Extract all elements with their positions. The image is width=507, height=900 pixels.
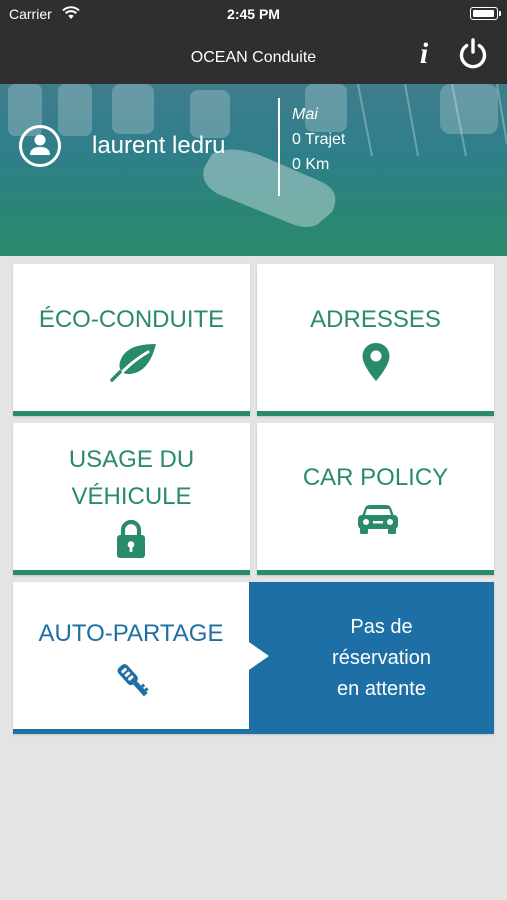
tile-adresses-label: ADRESSES xyxy=(310,306,441,333)
tile-usage-vehicule[interactable]: USAGE DU VÉHICULE xyxy=(13,423,250,575)
map-pin-icon xyxy=(362,343,390,381)
user-name: laurent ledru xyxy=(92,132,226,159)
tile-adresses[interactable]: ADRESSES xyxy=(257,264,494,416)
tile-car-policy[interactable]: CAR POLICY xyxy=(257,423,494,575)
tile-auto-partage[interactable]: AUTO-PARTAGE Pas de réservation en atten… xyxy=(13,582,494,734)
panel-arrow xyxy=(249,642,269,670)
status-time: 2:45 PM xyxy=(227,6,280,22)
stats-trips: 0 Trajet xyxy=(292,131,346,148)
leaf-icon xyxy=(110,344,156,382)
parking-lot-background xyxy=(8,84,507,227)
battery-icon xyxy=(470,7,501,20)
lock-icon xyxy=(117,519,145,558)
info-button[interactable]: i xyxy=(410,36,438,72)
tile-eco-conduite-label: ÉCO-CONDUITE xyxy=(38,306,225,333)
tile-eco-conduite[interactable]: ÉCO-CONDUITE xyxy=(13,264,250,416)
tile-car-policy-label: CAR POLICY xyxy=(302,464,449,491)
top-bar: Carrier 2:45 PM OCEAN Conduite i xyxy=(0,0,507,84)
car-icon xyxy=(358,505,398,534)
user-avatar-icon xyxy=(19,125,61,167)
power-icon xyxy=(459,38,487,69)
banner-divider xyxy=(278,98,280,196)
status-bar: Carrier 2:45 PM xyxy=(0,0,507,30)
stats-distance: 0 Km xyxy=(292,156,330,173)
car-key-icon xyxy=(117,664,149,697)
monthly-stats: Mai 0 Trajet 0 Km xyxy=(292,102,345,177)
tile-usage-label-line1: USAGE DU xyxy=(68,446,195,473)
reservation-status-line2: réservation xyxy=(332,647,431,669)
info-icon: i xyxy=(419,37,429,70)
profile-banner: laurent ledru Mai 0 Trajet 0 Km xyxy=(0,84,507,256)
tile-usage-label-line2: VÉHICULE xyxy=(71,483,192,510)
reservation-status-message: Pas de réservation en attente xyxy=(269,612,494,705)
tile-auto-partage-label: AUTO-PARTAGE xyxy=(38,620,224,647)
reservation-status-line1: Pas de xyxy=(350,616,413,638)
stats-month: Mai xyxy=(292,106,318,123)
reservation-status-line3: en attente xyxy=(337,678,426,700)
auto-partage-panel: AUTO-PARTAGE xyxy=(13,582,249,729)
power-button[interactable] xyxy=(456,37,490,71)
